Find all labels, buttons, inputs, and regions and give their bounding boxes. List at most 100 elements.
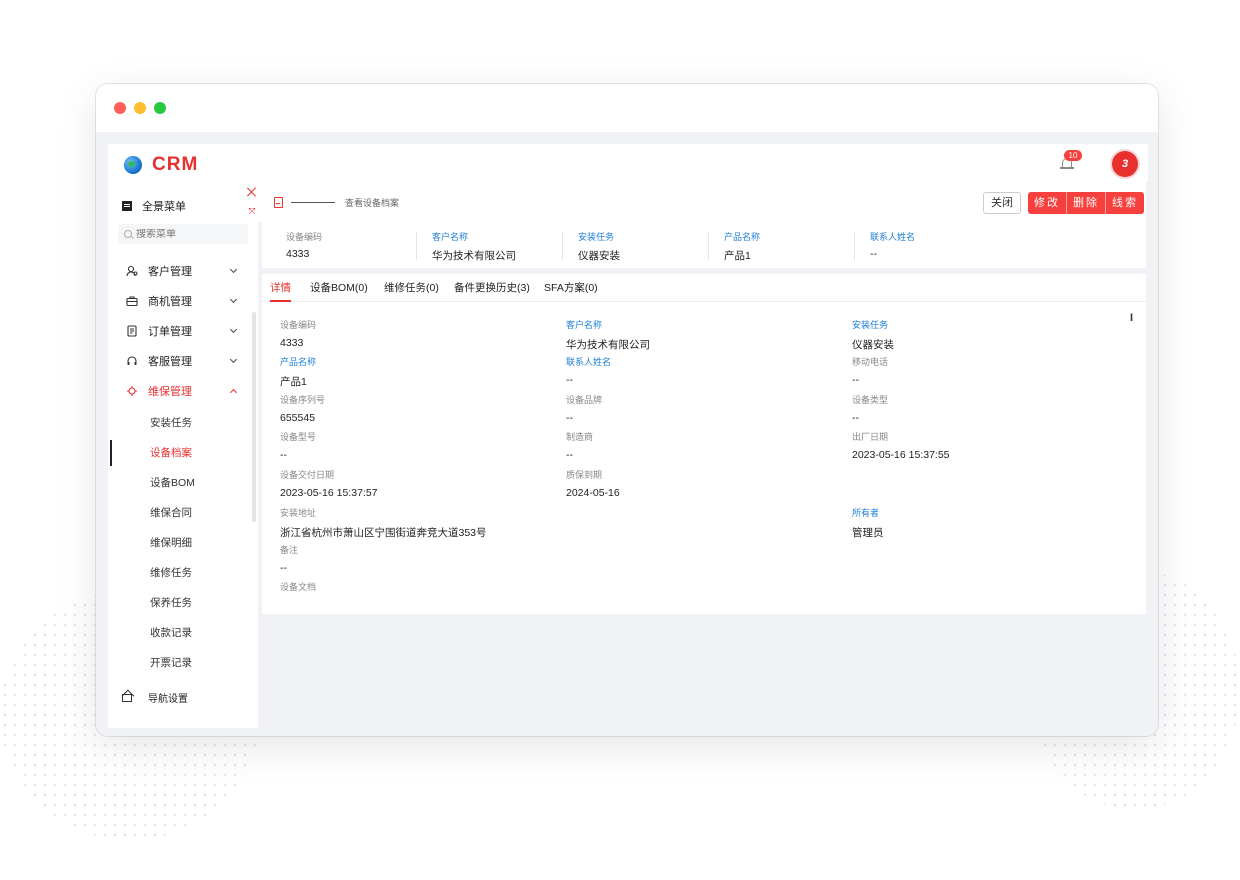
field-device-type: 设备类型 -- [852, 395, 889, 424]
sidebar-item-upkeep-task[interactable]: 保养任务 [108, 592, 258, 614]
chevron-down-icon [229, 325, 238, 334]
document-icon [274, 197, 283, 208]
divider [562, 232, 563, 260]
sidebar-item-repair-task[interactable]: 维修任务 [108, 562, 258, 584]
field-factory-date: 出厂日期 2023-05-16 15:37:55 [852, 432, 950, 461]
detail-panel: 详情 设备BOM(0) 维修任务(0) 备件更换历史(3) SFA方案(0) I… [262, 274, 1146, 614]
summary-customer-name: 客户名称 华为技术有限公司 [432, 232, 516, 262]
field-device-code: 设备编码 4333 [280, 320, 317, 349]
menu-icon [122, 201, 132, 211]
summary-contact-name: 联系人姓名 -- [870, 232, 916, 260]
browser-titlebar [96, 84, 1158, 132]
sidebar-group-order[interactable]: 订单管理 [108, 320, 258, 342]
summary-device-code: 设备编码 4333 [286, 232, 323, 260]
edit-button[interactable]: 修改 [1028, 192, 1067, 214]
breadcrumb-label: 查看设备档案 [345, 198, 400, 208]
headset-icon [126, 355, 138, 367]
collapse-icon[interactable]: ⤧ [247, 206, 257, 216]
divider [854, 232, 855, 260]
maintenance-icon [126, 385, 138, 397]
sidebar-title[interactable]: 全景菜单 [122, 198, 186, 214]
avatar[interactable]: 3 [1112, 151, 1138, 177]
tab-part-replacement-history[interactable]: 备件更换历史(3) [454, 280, 530, 302]
sidebar-title-label: 全景菜单 [142, 201, 186, 213]
field-install-address: 安装地址 浙江省杭州市萧山区宁围街道奔竞大道353号 [280, 508, 487, 539]
sidebar-group-opportunity[interactable]: 商机管理 [108, 290, 258, 312]
sidebar-item-payment-record[interactable]: 收款记录 [108, 622, 258, 644]
clue-button[interactable]: 线索 [1106, 192, 1144, 214]
field-customer-name[interactable]: 客户名称 华为技术有限公司 [566, 318, 650, 352]
sidebar-item-install-task[interactable]: 安装任务 [108, 412, 258, 434]
field-owner[interactable]: 所有者 管理员 [852, 506, 884, 540]
globe-logo-icon [124, 156, 142, 174]
field-manufacturer: 制造商 -- [566, 432, 594, 461]
sidebar-group-label: 客户管理 [148, 266, 192, 278]
customer-icon [126, 265, 138, 277]
field-device-brand: 设备品牌 -- [566, 395, 603, 424]
sidebar-item-device-bom[interactable]: 设备BOM [108, 472, 258, 494]
sidebar-item-maintenance-contract[interactable]: 维保合同 [108, 502, 258, 524]
title-underline [291, 201, 335, 204]
close-button[interactable]: 关闭 [983, 192, 1021, 214]
sidebar-group-customer[interactable]: 客户管理 [108, 260, 258, 282]
app-header: CRM 10 3 [108, 144, 1148, 182]
breadcrumb: 查看设备档案 [274, 196, 399, 209]
window-maximize-light[interactable] [154, 102, 166, 114]
tab-repair-task[interactable]: 维修任务(0) [384, 280, 439, 302]
menu-search-input[interactable] [136, 228, 236, 240]
field-remark: 备注 -- [280, 545, 299, 574]
divider [708, 232, 709, 260]
sidebar: 全景菜单 客户管理 商机管理 [108, 182, 258, 728]
nav-settings-label: 导航设置 [148, 694, 188, 705]
field-contact-name[interactable]: 联系人姓名 -- [566, 355, 611, 386]
tab-bar: 详情 设备BOM(0) 维修任务(0) 备件更换历史(3) SFA方案(0) [262, 274, 1146, 302]
window-minimize-light[interactable] [134, 102, 146, 114]
order-icon [126, 325, 138, 337]
field-warranty-expiry: 质保到期 2024-05-16 [566, 470, 620, 499]
sidebar-item-maintenance-detail[interactable]: 维保明细 [108, 532, 258, 554]
sidebar-item-device-archive[interactable]: 设备档案 [108, 440, 258, 466]
notification-badge: 10 [1064, 150, 1082, 161]
sidebar-scrollbar[interactable] [252, 312, 256, 522]
tab-details[interactable]: 详情 [270, 280, 291, 302]
chevron-down-icon [229, 295, 238, 304]
summary-product-name: 产品名称 产品1 [724, 232, 761, 262]
app-logo: CRM [152, 154, 199, 175]
browser-window: CRM 10 3 全景菜单 客户管理 [96, 84, 1158, 736]
delete-button[interactable]: 删除 [1067, 192, 1106, 214]
sidebar-group-label: 订单管理 [148, 326, 192, 338]
text-toggle-icon[interactable]: I [1130, 312, 1133, 324]
sidebar-search[interactable] [118, 224, 248, 244]
field-product-name[interactable]: 产品名称 产品1 [280, 355, 316, 389]
summary-install-task: 安装任务 仪器安装 [578, 232, 620, 262]
field-delivery-date: 设备交付日期 2023-05-16 15:37:57 [280, 470, 378, 499]
nav-settings[interactable]: 导航设置 [122, 690, 188, 705]
sidebar-group-label: 维保管理 [148, 386, 192, 398]
field-install-task[interactable]: 安装任务 仪器安装 [852, 318, 894, 352]
divider [416, 232, 417, 260]
sidebar-group-service[interactable]: 客服管理 [108, 350, 258, 372]
tab-device-bom[interactable]: 设备BOM(0) [310, 280, 368, 302]
tab-sfa-plan[interactable]: SFA方案(0) [544, 280, 598, 302]
chevron-down-icon [229, 355, 238, 364]
chevron-up-icon [229, 388, 238, 397]
panel-tools: ⤧ [242, 182, 262, 222]
summary-row: 设备编码 4333 客户名称 华为技术有限公司 安装任务 仪器安装 产品名称 产… [286, 230, 1086, 262]
home-icon [122, 693, 132, 702]
close-icon[interactable] [247, 187, 257, 197]
sidebar-item-invoice-record[interactable]: 开票记录 [108, 652, 258, 674]
briefcase-icon [126, 295, 138, 307]
window-close-light[interactable] [114, 102, 126, 114]
field-device-model: 设备型号 -- [280, 432, 317, 461]
chevron-down-icon [229, 265, 238, 274]
sidebar-group-label: 客服管理 [148, 356, 192, 368]
search-icon [124, 230, 132, 238]
field-serial-number: 设备序列号 655545 [280, 395, 326, 424]
sidebar-group-maintenance[interactable]: 维保管理 [108, 380, 258, 402]
field-device-documents: 设备文档 [280, 582, 317, 592]
record-header-card: 查看设备档案 关闭 修改 删除 线索 设备编码 4333 客户名称 华为技术有限… [262, 182, 1146, 268]
sidebar-group-label: 商机管理 [148, 296, 192, 308]
crm-app: CRM 10 3 全景菜单 客户管理 [108, 144, 1148, 728]
action-button-group: 修改 删除 线索 [1028, 192, 1144, 214]
field-mobile-phone: 移动电话 -- [852, 357, 889, 386]
